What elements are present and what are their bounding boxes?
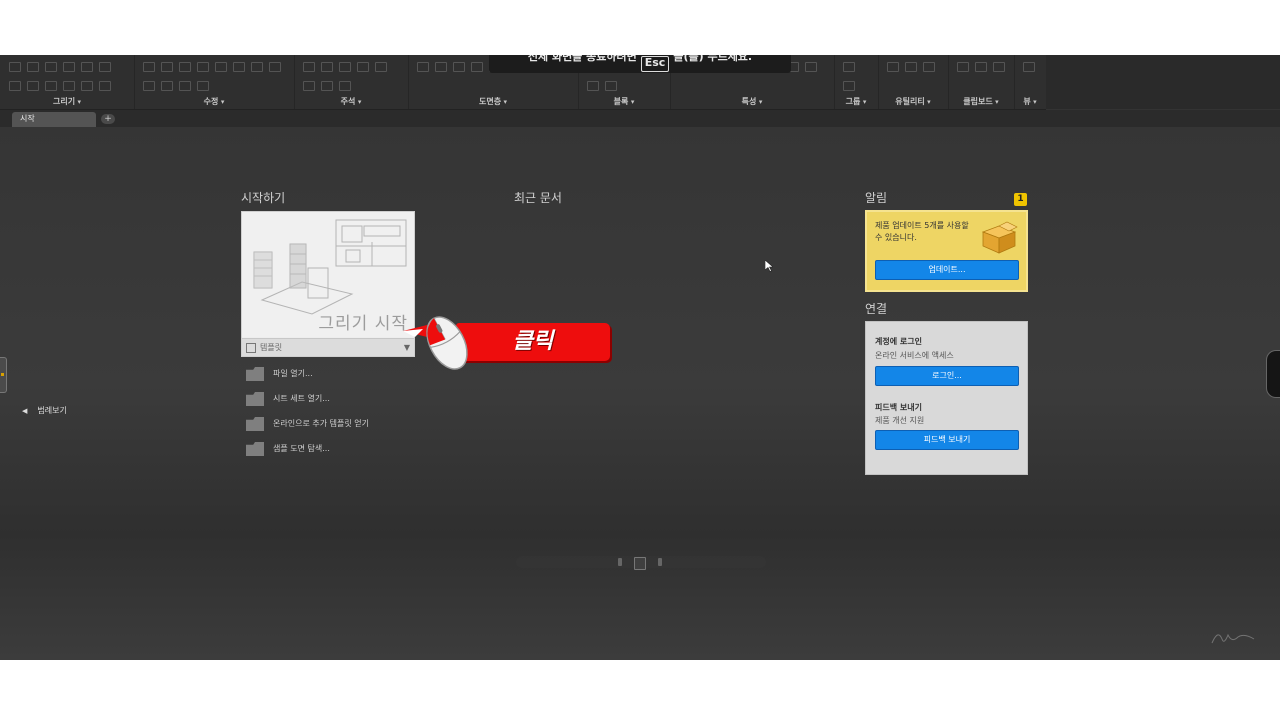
folder-icon (246, 367, 264, 381)
esc-key-badge: Esc (640, 56, 670, 72)
update-button[interactable]: 업데이트... (875, 260, 1019, 280)
recent-documents-heading: 최근 문서 (514, 191, 562, 205)
clipboard-tools-icon (954, 59, 1008, 93)
ribbon-panel-draw[interactable]: 그리기 (0, 55, 135, 109)
page-dot-active[interactable] (634, 557, 646, 570)
annotation-tools-icon (300, 59, 402, 93)
utility-tools-icon (884, 59, 942, 93)
click-callout-label: 클릭 (512, 329, 554, 354)
update-notification-card: 제품 업데이트 5개를 사용할 수 있습니다. 업데이트... (865, 210, 1028, 292)
page-dot[interactable] (658, 558, 662, 566)
notifications-heading: 알림 (865, 191, 888, 205)
ribbon-panel-label[interactable]: 수정 (134, 96, 294, 107)
ribbon: 그리기 수정 주석 도면층 블록 특성 그룹 유틸리티 (0, 55, 1047, 110)
ribbon-panel-modify[interactable]: 수정 (134, 55, 295, 109)
ribbon-panel-label[interactable]: 특성 (670, 96, 834, 107)
ribbon-panel-label[interactable]: 그리기 (0, 96, 134, 107)
ribbon-panel-groups[interactable]: 그룹 (834, 55, 879, 109)
preview-link[interactable]: ◀ 범례보기 (22, 405, 67, 416)
link-label: 온라인으로 추가 템플릿 얻기 (273, 419, 369, 428)
template-online-icon (246, 417, 264, 431)
sign-in-description: 온라인 서비스에 액세스 (875, 351, 954, 360)
view-tools-icon (1020, 59, 1040, 93)
ribbon-panel-annotation[interactable]: 주석 (294, 55, 409, 109)
ribbon-panel-view[interactable]: 뷰 (1014, 55, 1047, 109)
sheet-set-icon (246, 392, 264, 406)
template-dropdown-label: 템플릿 (260, 343, 283, 352)
ribbon-panel-label[interactable]: 유틸리티 (878, 96, 948, 107)
ribbon-empty-area (1046, 55, 1280, 109)
connect-card: 계정에 로그인 온라인 서비스에 액세스 로그인... 피드백 보내기 제품 개… (865, 321, 1028, 475)
start-drawing-card[interactable]: 그리기 시작 템플릿 ▼ (241, 211, 415, 357)
file-tab-strip: 시작 + (0, 110, 1280, 127)
handle-indicator-icon (1, 373, 4, 376)
feedback-description: 제품 개선 지원 (875, 416, 925, 425)
autocad-window: 그리기 수정 주석 도면층 블록 특성 그룹 유틸리티 (0, 55, 1280, 660)
ribbon-panel-label[interactable]: 뷰 (1014, 96, 1046, 107)
link-label: 시트 세트 열기... (273, 394, 330, 403)
ribbon-panel-label[interactable]: 그룹 (834, 96, 878, 107)
link-label: 파일 열기... (273, 369, 313, 378)
ribbon-panel-label[interactable]: 주석 (294, 96, 408, 107)
connect-heading: 연결 (865, 302, 888, 316)
update-message: 제품 업데이트 5개를 사용할 수 있습니다. (875, 221, 969, 242)
notice-text-after: 을(를) 누르세요. (673, 55, 753, 63)
template-dropdown[interactable]: 템플릿 ▼ (242, 338, 414, 356)
preview-link-label: 범례보기 (37, 406, 67, 415)
page-indicator (516, 552, 766, 570)
mouse-cursor-icon (765, 260, 773, 272)
sample-drawing-icon (246, 442, 264, 456)
ribbon-panel-label[interactable]: 도면층 (408, 96, 578, 107)
send-feedback-button[interactable]: 피드백 보내기 (875, 430, 1019, 450)
arrow-left-icon: ◀ (22, 407, 28, 415)
ribbon-panel-label[interactable]: 블록 (578, 96, 670, 107)
notice-text-before: 전체 화면을 종료하려면 (527, 55, 637, 63)
left-panel-handle[interactable] (0, 357, 7, 393)
ribbon-panel-utilities[interactable]: 유틸리티 (878, 55, 949, 109)
tab-start[interactable]: 시작 (12, 112, 96, 127)
package-box-icon (981, 221, 1018, 254)
sign-in-button[interactable]: 로그인... (875, 366, 1019, 386)
ribbon-panel-clipboard[interactable]: 클립보드 (948, 55, 1015, 109)
feedback-title: 피드백 보내기 (875, 403, 922, 412)
right-panel-handle[interactable] (1266, 350, 1280, 398)
group-tools-icon (840, 59, 872, 93)
link-label: 샘플 도면 탐색... (273, 444, 330, 453)
new-tab-button[interactable]: + (101, 114, 115, 124)
draw-tools-icon (6, 59, 128, 93)
page-dot[interactable] (618, 558, 622, 566)
ribbon-panel-label[interactable]: 클립보드 (948, 96, 1014, 107)
signature-watermark-icon (1211, 633, 1255, 644)
fullscreen-notice: 전체 화면을 종료하려면 Esc 을(를) 누르세요. (489, 55, 791, 73)
template-icon (246, 342, 256, 353)
sign-in-title: 계정에 로그인 (875, 337, 922, 346)
get-started-heading: 시작하기 (241, 191, 286, 205)
modify-tools-icon (140, 59, 288, 93)
notification-count-badge: 1 (1014, 193, 1027, 206)
start-drawing-label: 그리기 시작 (318, 314, 408, 334)
